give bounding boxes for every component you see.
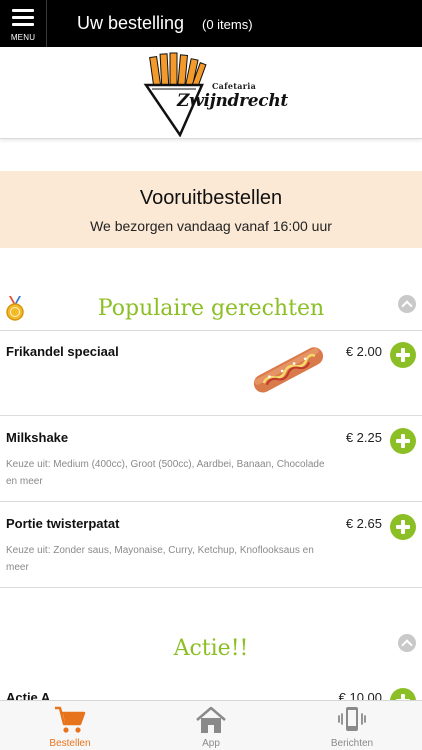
banner-title: Vooruitbestellen bbox=[139, 187, 283, 209]
section-title: Actie!! bbox=[173, 636, 249, 661]
menu-item[interactable]: Frikandel speciaal € 2.00 bbox=[0, 330, 422, 416]
menu-item[interactable]: Portie twisterpatat Keuze uit: Zonder sa… bbox=[0, 502, 422, 588]
hamburger-icon bbox=[12, 9, 34, 26]
item-price: € 2.25 bbox=[345, 430, 382, 445]
chevron-up-icon[interactable] bbox=[398, 295, 416, 313]
order-item-count: (0 items) bbox=[202, 17, 253, 32]
cafetaria-logo: Cafetaria Zwijndrecht bbox=[140, 51, 288, 138]
phone-vibrate-icon bbox=[338, 707, 366, 731]
menu-button[interactable]: MENU bbox=[0, 0, 46, 47]
logo-small-text: Cafetaria bbox=[212, 81, 257, 91]
tab-label: Berichten bbox=[330, 738, 374, 749]
home-icon bbox=[196, 706, 226, 733]
section-header-actie[interactable]: Actie!! bbox=[0, 628, 422, 673]
bottom-tab-bar: Bestellen App Berichten bbox=[0, 700, 422, 750]
cart-icon bbox=[55, 706, 86, 733]
item-description: Keuze uit: Zonder saus, Mayonaise, Curry… bbox=[6, 545, 314, 573]
tab-bestellen[interactable]: Bestellen bbox=[0, 701, 140, 750]
menu-label: MENU bbox=[10, 33, 36, 42]
menu-item[interactable]: Milkshake Keuze uit: Medium (400cc), Gro… bbox=[0, 416, 422, 502]
item-price: € 2.00 bbox=[345, 344, 382, 359]
tab-app[interactable]: App bbox=[141, 701, 281, 750]
frikandel-image bbox=[253, 347, 324, 393]
item-price: € 2.65 bbox=[345, 516, 382, 531]
logo-header: Cafetaria Zwijndrecht bbox=[0, 47, 422, 139]
add-item-button[interactable] bbox=[390, 514, 416, 540]
add-item-button[interactable] bbox=[390, 342, 416, 368]
preorder-banner: Vooruitbestellen We bezorgen vandaag van… bbox=[0, 171, 422, 248]
order-title[interactable]: Uw bestelling bbox=[77, 13, 184, 34]
tab-label: App bbox=[202, 738, 220, 749]
item-description: Keuze uit: Medium (400cc), Groot (500cc)… bbox=[6, 459, 325, 487]
item-name: Milkshake bbox=[6, 430, 69, 445]
top-bar: MENU Uw bestelling (0 items) bbox=[0, 0, 422, 47]
tab-label: Bestellen bbox=[49, 738, 91, 749]
item-name: Frikandel speciaal bbox=[6, 344, 119, 359]
item-name: Portie twisterpatat bbox=[6, 516, 120, 531]
app-root: MENU Uw bestelling (0 items) Cafetaria Z… bbox=[0, 0, 422, 750]
section-header-populaire[interactable]: Populaire gerechten bbox=[0, 288, 422, 333]
logo-big-text: Zwijndrecht bbox=[177, 91, 288, 111]
banner-subtitle: We bezorgen vandaag vanaf 16:00 uur bbox=[90, 218, 332, 234]
add-item-button[interactable] bbox=[390, 428, 416, 454]
top-bar-divider bbox=[46, 0, 47, 47]
chevron-up-icon[interactable] bbox=[398, 634, 416, 652]
section-title: Populaire gerechten bbox=[97, 296, 325, 321]
tab-berichten[interactable]: Berichten bbox=[282, 701, 422, 750]
